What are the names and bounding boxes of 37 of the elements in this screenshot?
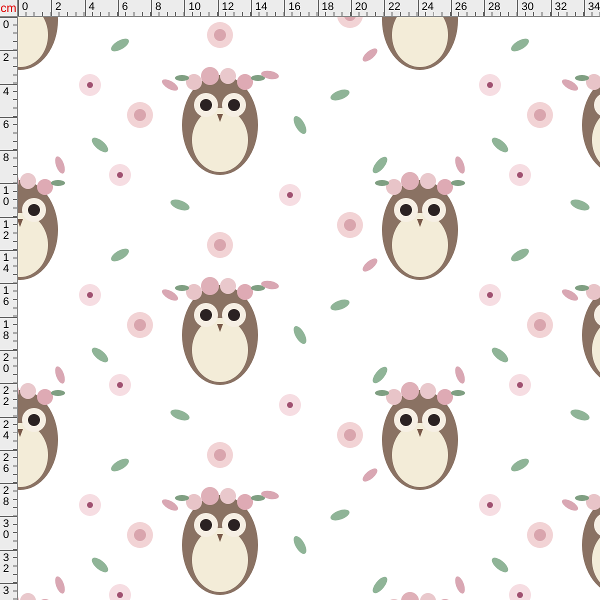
ruler-label: 10 xyxy=(188,1,201,13)
ruler-label: 0 xyxy=(3,20,10,31)
unit-label: cm xyxy=(0,0,18,17)
ruler-label: 6 xyxy=(122,1,128,13)
ruler-label: 30 xyxy=(3,519,10,542)
ruler-label: 16 xyxy=(3,286,10,308)
ruler-label: 14 xyxy=(255,1,268,13)
ruler-label: 0 xyxy=(22,1,28,13)
ruler-label: 24 xyxy=(422,1,434,13)
ruler-label: 18 xyxy=(322,1,334,13)
ruler-label: 12 xyxy=(222,1,234,13)
ruler-label: 32 xyxy=(554,1,567,13)
ruler-label: 30 xyxy=(521,1,534,13)
ruler-label: 22 xyxy=(388,1,401,13)
ruler-label: 20 xyxy=(354,1,368,13)
ruler-label: 28 xyxy=(3,486,10,508)
ruler-label: 2 xyxy=(55,1,62,13)
ruler-label: 6 xyxy=(3,120,10,131)
ruler-label: 4 xyxy=(88,1,95,13)
ruler-label: 8 xyxy=(155,1,162,13)
ruler-label: 32 xyxy=(3,552,10,575)
ruler-label: 18 xyxy=(3,320,10,342)
ruler-label: 28 xyxy=(488,1,500,13)
ruler-label: 20 xyxy=(3,352,10,375)
ruler-label: 10 xyxy=(3,186,10,208)
ruler-label: 12 xyxy=(3,220,10,242)
ruler-label: 4 xyxy=(3,86,10,98)
ruler-label: 14 xyxy=(3,253,10,276)
ruler-label: 16 xyxy=(288,1,301,13)
ruler-label: 26 xyxy=(454,1,468,13)
ruler-label: 26 xyxy=(3,452,10,475)
ruler-label: 2 xyxy=(3,53,10,64)
ruler-label: 24 xyxy=(3,420,10,442)
ruler-label: 8 xyxy=(3,153,10,164)
ruler-label: 34 xyxy=(588,1,600,13)
ruler-label: 22 xyxy=(3,386,10,408)
ruler-label: 3 xyxy=(3,586,10,598)
